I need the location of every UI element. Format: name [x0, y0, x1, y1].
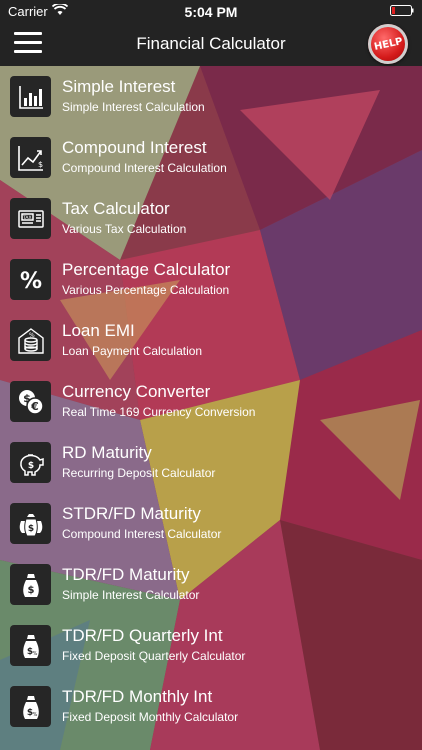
nav-bar: Financial Calculator HELP — [0, 22, 422, 66]
tax-receipt-icon: TAX — [10, 198, 51, 239]
item-title: RD Maturity — [62, 443, 152, 462]
svg-text:€: € — [30, 400, 39, 413]
item-title: Simple Interest — [62, 77, 176, 96]
item-subtitle: Loan Payment Calculation — [62, 344, 203, 358]
help-button[interactable]: HELP — [368, 24, 408, 64]
list-item-simple-interest[interactable]: Simple Interest Simple Interest Calculat… — [0, 66, 422, 127]
bar-chart-icon — [10, 76, 51, 117]
item-subtitle: Recurring Deposit Calculator — [62, 466, 216, 480]
item-subtitle: Compound Interest Calculator — [62, 527, 222, 541]
svg-text:$: $ — [38, 160, 43, 169]
item-title: Tax Calculator — [62, 199, 170, 218]
list-item-tax-calculator[interactable]: TAX Tax Calculator Various Tax Calculati… — [0, 188, 422, 249]
percent-icon: % — [10, 259, 51, 300]
status-bar: Carrier 5:04 PM — [0, 0, 422, 22]
money-bag-monthly-icon: $ % — [10, 686, 51, 727]
item-title: Percentage Calculator — [62, 260, 231, 279]
item-subtitle: Fixed Deposit Monthly Calculator — [62, 710, 239, 724]
list-item-tdr-fd-monthly[interactable]: $ % TDR/FD Monthly Int Fixed Deposit Mon… — [0, 676, 422, 737]
coin-stack-icon: % — [10, 320, 51, 361]
svg-text:%: % — [32, 651, 37, 657]
item-subtitle: Compound Interest Calculation — [62, 161, 227, 175]
svg-text:$: $ — [27, 585, 34, 596]
help-label: HELP — [372, 35, 404, 53]
calculator-list: Simple Interest Simple Interest Calculat… — [0, 66, 422, 737]
money-bags-icon: $ — [10, 503, 51, 544]
top-bar: Carrier 5:04 PM Financial Calculator HEL… — [0, 0, 422, 66]
list-item-rd-maturity[interactable]: $ RD Maturity Recurring Deposit Calculat… — [0, 432, 422, 493]
svg-text:TAX: TAX — [22, 215, 32, 221]
svg-text:%: % — [32, 712, 37, 718]
list-item-loan-emi[interactable]: % Loan EMI Loan Payment Calculation — [0, 310, 422, 371]
growth-chart-icon: $ — [10, 137, 51, 178]
list-item-percentage-calculator[interactable]: % Percentage Calculator Various Percenta… — [0, 249, 422, 310]
svg-text:$: $ — [27, 524, 33, 534]
svg-text:%: % — [29, 332, 35, 339]
item-title: Compound Interest — [62, 138, 207, 157]
money-bag-quarterly-icon: $ % — [10, 625, 51, 666]
item-subtitle: Fixed Deposit Quarterly Calculator — [62, 649, 246, 663]
piggy-bank-icon: $ — [10, 442, 51, 483]
battery-icon — [390, 5, 414, 16]
item-subtitle: Various Tax Calculation — [62, 222, 187, 236]
item-title: STDR/FD Maturity — [62, 504, 201, 523]
item-subtitle: Simple Interest Calculation — [62, 100, 205, 114]
svg-text:$: $ — [27, 461, 33, 471]
list-item-stdr-fd-maturity[interactable]: $ STDR/FD Maturity Compound Interest Cal… — [0, 493, 422, 554]
item-subtitle: Various Percentage Calculation — [62, 283, 230, 297]
item-title: Loan EMI — [62, 321, 135, 340]
item-title: TDR/FD Maturity — [62, 565, 190, 584]
list-item-tdr-fd-quarterly[interactable]: $ % TDR/FD Quarterly Int Fixed Deposit Q… — [0, 615, 422, 676]
money-bag-icon: $ — [10, 564, 51, 605]
item-title: TDR/FD Quarterly Int — [62, 626, 223, 645]
status-time: 5:04 PM — [184, 4, 238, 20]
list-item-compound-interest[interactable]: $ Compound Interest Compound Interest Ca… — [0, 127, 422, 188]
list-item-tdr-fd-maturity[interactable]: $ TDR/FD Maturity Simple Interest Calcul… — [0, 554, 422, 615]
item-subtitle: Simple Interest Calculator — [62, 588, 200, 602]
page-title: Financial Calculator — [136, 34, 286, 53]
currency-exchange-icon: $ € — [10, 381, 51, 422]
svg-text:$: $ — [23, 392, 31, 405]
item-subtitle: Real Time 169 Currency Conversion — [62, 405, 256, 419]
list-item-currency-converter[interactable]: $ € Currency Converter Real Time 169 Cur… — [0, 371, 422, 432]
item-title: TDR/FD Monthly Int — [62, 687, 213, 706]
item-title: Currency Converter — [62, 382, 211, 401]
svg-text:%: % — [19, 269, 41, 294]
